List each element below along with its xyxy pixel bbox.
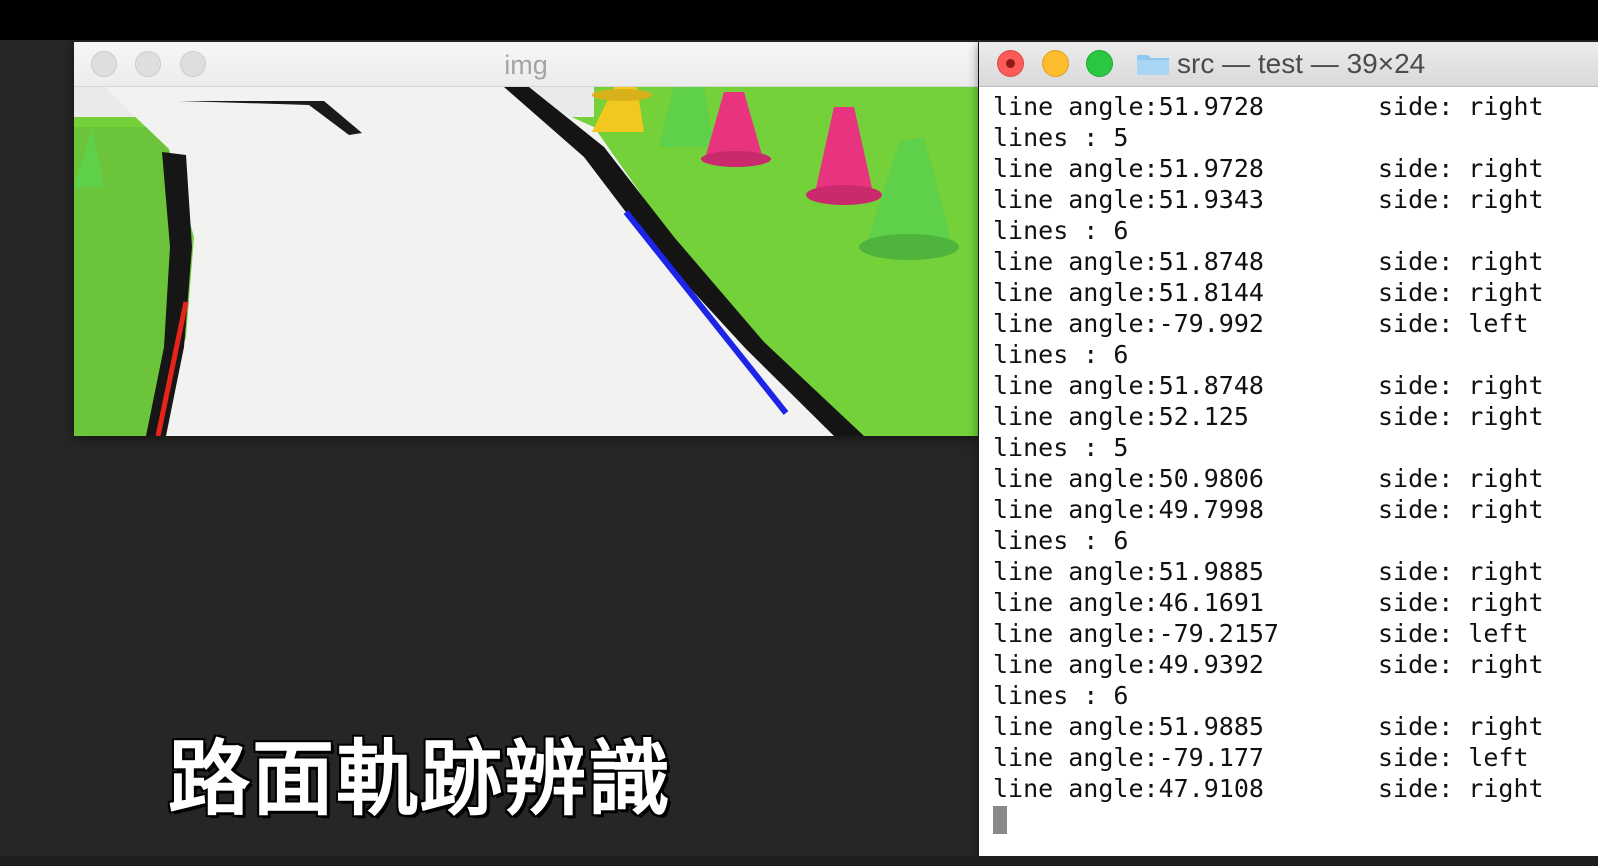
side-text: side: right [1378, 92, 1544, 121]
terminal-line: line angle:-79.177 side: left [993, 742, 1598, 773]
terminal-line: line angle:51.9343 side: right [993, 184, 1598, 215]
terminal-line: line angle:51.8748 side: right [993, 246, 1598, 277]
terminal-line: line angle:47.9108 side: right [993, 773, 1598, 804]
line-text: lines : 5 [993, 123, 1129, 152]
cone-pink-2-base [806, 185, 882, 205]
top-letterbox [0, 0, 1598, 40]
side-text: side: right [1378, 185, 1544, 214]
line-text: lines : 6 [993, 216, 1129, 245]
side-text: side: right [1378, 650, 1544, 679]
line-text: line angle:-79.2157 [993, 619, 1279, 648]
line-text: line angle:51.8748 [993, 247, 1264, 276]
camera-frame [74, 87, 978, 436]
terminal-line: lines : 6 [993, 680, 1598, 711]
line-text: line angle:51.9885 [993, 557, 1264, 586]
line-text: line angle:46.1691 [993, 588, 1264, 617]
cone-pink-1-base [701, 151, 771, 167]
road-scene [74, 87, 978, 436]
window-title: src — test — 39×24 [1177, 48, 1426, 79]
terminal-line: line angle:52.125 side: right [993, 401, 1598, 432]
terminal-line: lines : 5 [993, 122, 1598, 153]
line-text: line angle:50.9806 [993, 464, 1264, 493]
terminal-line: line angle:50.9806 side: right [993, 463, 1598, 494]
zoom-button[interactable] [1086, 50, 1113, 77]
line-text: line angle:51.9728 [993, 154, 1264, 183]
side-text: side: left [1378, 743, 1529, 772]
folder-icon [1137, 55, 1169, 75]
terminal-line: line angle:-79.2157 side: left [993, 618, 1598, 649]
terminal-line: line angle:51.9885 side: right [993, 556, 1598, 587]
line-text: line angle:-79.177 [993, 743, 1264, 772]
line-text: lines : 6 [993, 681, 1129, 710]
line-text: lines : 5 [993, 433, 1129, 462]
terminal-cursor [993, 806, 1007, 834]
side-text: side: right [1378, 402, 1544, 431]
terminal-line: line angle:51.8748 side: right [993, 370, 1598, 401]
side-text: side: right [1378, 464, 1544, 493]
terminal-line: line angle:-79.992 side: left [993, 308, 1598, 339]
window-title: img [504, 50, 548, 80]
terminal-line: line angle:46.1691 side: right [993, 587, 1598, 618]
terminal-line: line angle:51.9885 side: right [993, 711, 1598, 742]
terminal-line: lines : 6 [993, 339, 1598, 370]
terminal-titlebar[interactable]: src — test — 39×24 [979, 42, 1598, 87]
line-text: line angle:51.8748 [993, 371, 1264, 400]
terminal-line: lines : 6 [993, 525, 1598, 556]
terminal-output[interactable]: line angle:51.9728 side: right lines : 5 li… [993, 91, 1598, 834]
terminal-line: line angle:51.8144 side: right [993, 277, 1598, 308]
cone-green-2-base [859, 234, 959, 260]
close-button[interactable] [997, 50, 1024, 77]
bottom-edge [0, 856, 1598, 866]
line-text: lines : 6 [993, 340, 1129, 369]
img-titlebar[interactable]: img [74, 42, 978, 87]
line-text: line angle:51.9343 [993, 185, 1264, 214]
video-caption: 路面軌跡辨識 [166, 731, 673, 829]
terminal-line: line angle:51.9728 side: right [993, 153, 1598, 184]
cone-yellow-base [592, 89, 652, 101]
line-text: line angle:49.9392 [993, 650, 1264, 679]
side-text: side: right [1378, 557, 1544, 586]
img-window: img [74, 42, 978, 436]
terminal-line: lines : 6 [993, 215, 1598, 246]
side-text: side: right [1378, 371, 1544, 400]
terminal-line: line angle:49.7998 side: right [993, 494, 1598, 525]
line-text: line angle:-79.992 [993, 309, 1264, 338]
terminal-line: lines : 5 [993, 432, 1598, 463]
side-text: side: right [1378, 712, 1544, 741]
terminal-line: line angle:51.9728 side: right [993, 91, 1598, 122]
terminal-window: src — test — 39×24 line angle:51.9728 sid… [979, 42, 1598, 860]
side-text: side: right [1378, 774, 1544, 803]
minimize-button[interactable] [1042, 50, 1069, 77]
line-text: lines : 6 [993, 526, 1129, 555]
line-text: line angle:51.9885 [993, 712, 1264, 741]
side-text: side: right [1378, 247, 1544, 276]
side-text: side: right [1378, 495, 1544, 524]
side-text: side: left [1378, 309, 1529, 338]
side-text: side: right [1378, 154, 1544, 183]
line-text: line angle:51.9728 [993, 92, 1264, 121]
line-text: line angle:51.8144 [993, 278, 1264, 307]
line-text: line angle:52.125 [993, 402, 1249, 431]
side-text: side: right [1378, 588, 1544, 617]
side-text: side: right [1378, 278, 1544, 307]
side-text: side: left [1378, 619, 1529, 648]
terminal-line: line angle:49.9392 side: right [993, 649, 1598, 680]
line-text: line angle:49.7998 [993, 495, 1264, 524]
line-text: line angle:47.9108 [993, 774, 1264, 803]
